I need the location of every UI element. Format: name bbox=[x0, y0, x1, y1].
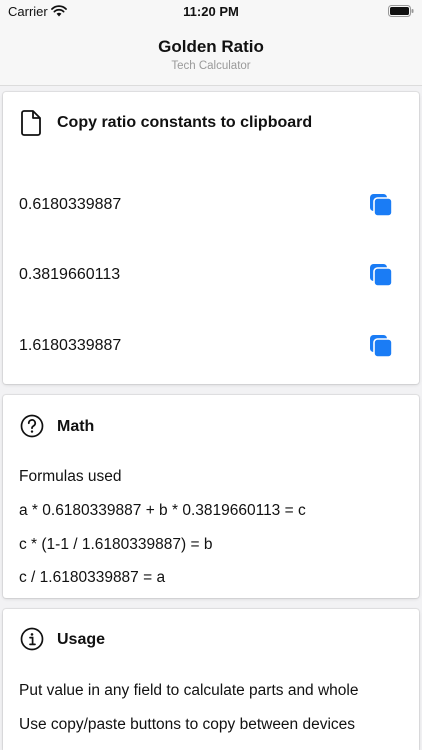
formula-line: c * (1-1 / 1.6180339887) = b bbox=[19, 536, 213, 553]
math-card: Math Formulas used a * 0.6180339887 + b … bbox=[3, 395, 419, 598]
copy-constants-card: Copy ratio constants to clipboard 0.6180… bbox=[3, 92, 419, 384]
nav-bar: Golden Ratio Tech Calculator bbox=[0, 24, 422, 86]
copy-icon bbox=[368, 335, 394, 362]
constant-value: 1.6180339887 bbox=[19, 337, 122, 354]
status-bar: Carrier 11:20 PM bbox=[0, 0, 422, 24]
copy-card-title: Copy ratio constants to clipboard bbox=[57, 114, 313, 131]
copy-constant-button[interactable] bbox=[367, 192, 395, 220]
battery-icon bbox=[388, 5, 414, 20]
page-title: Golden Ratio bbox=[158, 37, 264, 56]
document-icon bbox=[20, 110, 42, 141]
page-subtitle: Tech Calculator bbox=[171, 60, 251, 72]
formula-heading: Formulas used bbox=[19, 468, 122, 485]
usage-card-title: Usage bbox=[57, 631, 106, 648]
status-time: 11:20 PM bbox=[183, 4, 239, 19]
math-card-title: Math bbox=[57, 418, 95, 435]
constant-value: 0.6180339887 bbox=[19, 196, 122, 213]
question-circle-icon bbox=[20, 414, 44, 443]
usage-line: Put value in any field to calculate part… bbox=[19, 682, 359, 699]
copy-constant-button[interactable] bbox=[367, 333, 395, 361]
formula-line: a * 0.6180339887 + b * 0.3819660113 = c bbox=[19, 502, 306, 519]
usage-card: Usage Put value in any field to calculat… bbox=[3, 609, 419, 750]
constant-row: 1.6180339887 bbox=[19, 332, 403, 362]
formula-line: c / 1.6180339887 = a bbox=[19, 569, 166, 586]
constant-value: 0.3819660113 bbox=[19, 266, 121, 283]
copy-icon bbox=[368, 264, 394, 291]
constant-row: 0.6180339887 bbox=[19, 191, 403, 221]
info-circle-icon bbox=[20, 627, 44, 656]
copy-constant-button[interactable] bbox=[367, 262, 395, 290]
copy-icon bbox=[368, 194, 394, 221]
usage-line: Use copy/paste buttons to copy between d… bbox=[19, 716, 356, 733]
constant-row: 0.3819660113 bbox=[19, 261, 403, 291]
